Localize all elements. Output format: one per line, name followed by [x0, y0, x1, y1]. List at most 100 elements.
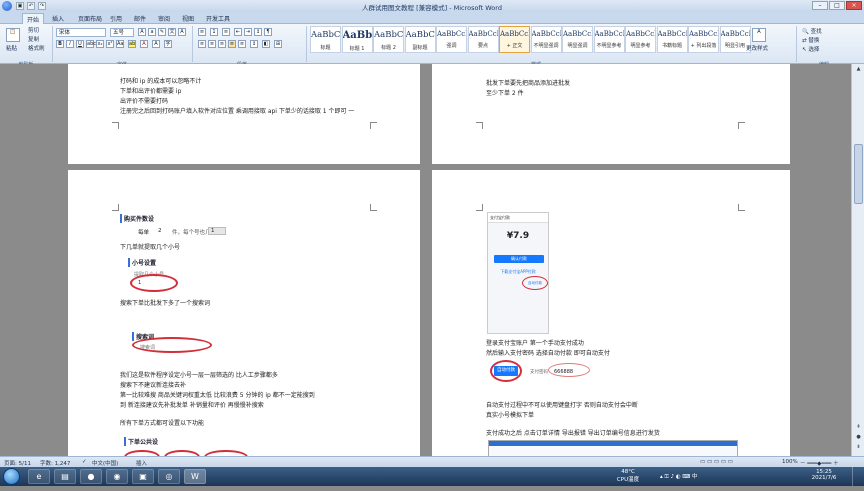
change-styles-icon[interactable]: A	[752, 28, 766, 42]
superscript-icon[interactable]: x²	[106, 40, 114, 48]
underline-icon[interactable]: U	[76, 40, 84, 48]
wechat-icon[interactable]: ◎	[158, 469, 180, 484]
font-name-select[interactable]: 宋体	[56, 28, 106, 37]
tab-references[interactable]: 引用	[106, 13, 126, 24]
char-shading-icon[interactable]: A	[152, 40, 160, 48]
bold-icon[interactable]: B	[56, 40, 64, 48]
tab-view[interactable]: 视图	[178, 13, 198, 24]
style-item[interactable]: AaBbCcD 要点	[467, 26, 499, 53]
phonetic-icon[interactable]: 文	[168, 28, 176, 36]
decrease-indent-icon[interactable]: ⇤	[234, 28, 242, 36]
word-icon[interactable]: W	[184, 469, 206, 484]
style-item[interactable]: AaBbC 标题	[310, 26, 341, 53]
subscript-icon[interactable]: x₂	[96, 40, 104, 48]
shrink-font-icon[interactable]: a	[148, 28, 156, 36]
style-item[interactable]: AaBb 标题 1	[341, 26, 373, 53]
page-bottom-left[interactable]: 购买件数设 每单 2 件，每个号也几单 1 下几单就提取几个小号 小号设置 提取…	[68, 170, 420, 456]
show-marks-icon[interactable]: ¶	[264, 28, 272, 36]
zoom-slider[interactable]: － ━━━◆━━━ ＋	[800, 459, 839, 467]
style-item[interactable]: AaBbCcI 书籍标题	[656, 26, 688, 53]
style-item[interactable]: AaBbCcD 明显强调	[562, 26, 593, 53]
char-border-icon[interactable]: A	[178, 28, 186, 36]
app-icon[interactable]: ●	[80, 469, 102, 484]
shading-icon[interactable]: ◧	[262, 40, 270, 48]
style-item[interactable]: AaBbC 副标题	[404, 26, 436, 53]
vertical-scrollbar[interactable]: ▲ ⇞ ● ⇟	[851, 64, 864, 456]
find-button[interactable]: 🔍 查找	[802, 27, 822, 35]
next-page-icon[interactable]: ⇟	[854, 444, 863, 452]
copy-button[interactable]: 复制	[28, 35, 39, 43]
zoom-level[interactable]: 100%	[782, 459, 798, 465]
page-text-line: 注册完之后回到打码账户填入软件对应位置 乘调用接取 api 下单少的话接取 1 …	[120, 108, 355, 115]
clear-format-icon[interactable]: ✎	[158, 28, 166, 36]
language-indicator[interactable]: 中文(中国)	[92, 459, 118, 467]
tab-review[interactable]: 审阅	[154, 13, 174, 24]
select-button[interactable]: ↖ 选择	[802, 45, 819, 53]
tray-icons[interactable]: ▴ ⚿ ♪ ◐ ⌨ 中	[660, 472, 780, 491]
change-styles-button[interactable]: 更改样式	[746, 44, 768, 52]
align-center-icon[interactable]: ≡	[208, 40, 216, 48]
page-bottom-right[interactable]: 支付宝付款 ¥7.9 确认付款 下载支付宝APP付款 自动付款 登录支付宝账户 …	[432, 170, 790, 456]
replace-button[interactable]: ⇄ 替换	[802, 36, 819, 44]
font-color-icon[interactable]: A	[140, 40, 148, 48]
increase-indent-icon[interactable]: ⇥	[244, 28, 252, 36]
align-right-icon[interactable]: ≡	[218, 40, 226, 48]
format-painter-button[interactable]: 格式刷	[28, 44, 45, 52]
document-workspace[interactable]: 打码和 ip 的成本可以忽略不计 下单和出评价都需要 ip 出评价不需要打码 注…	[0, 64, 851, 456]
ie-icon[interactable]: e	[28, 469, 50, 484]
cut-button[interactable]: 剪切	[28, 26, 39, 34]
style-item[interactable]: AaBbCcD 不明显参考	[593, 26, 625, 53]
style-item[interactable]: AaBbCcD 不明显强调	[530, 26, 562, 53]
distribute-icon[interactable]: ≡	[238, 40, 246, 48]
insert-mode-indicator[interactable]: 插入	[136, 459, 147, 467]
maximize-button[interactable]: □	[829, 1, 845, 10]
italic-icon[interactable]: I	[66, 40, 74, 48]
paste-icon[interactable]: 📋	[6, 28, 20, 42]
style-item[interactable]: AaBbC 标题 2	[373, 26, 404, 53]
tab-developer[interactable]: 开发工具	[202, 13, 234, 24]
page-count[interactable]: 页面: 5/11	[4, 459, 31, 467]
scroll-thumb[interactable]	[854, 144, 863, 204]
clock[interactable]: 15:25 2021/7/6	[800, 469, 848, 488]
word-count[interactable]: 字数: 1,247	[40, 459, 70, 467]
minimize-button[interactable]: –	[812, 1, 828, 10]
paste-button[interactable]: 粘贴	[6, 44, 17, 52]
style-item[interactable]: AaBbCcDd + 正文	[499, 26, 530, 53]
font-size-select[interactable]: 五号	[110, 28, 134, 37]
align-left-icon[interactable]: ≡	[198, 40, 206, 48]
page-top-right[interactable]: 批发下单要先把商品添加进批发 至少下单 2 件	[432, 64, 790, 164]
style-item[interactable]: AaBbCcI 明显参考	[625, 26, 656, 53]
tab-mailings[interactable]: 邮件	[130, 13, 150, 24]
sort-icon[interactable]: ↕	[254, 28, 262, 36]
start-button[interactable]	[3, 468, 20, 485]
view-buttons[interactable]: ▭ ▭ ▭ ▭ ▭	[700, 459, 733, 465]
scroll-up-icon[interactable]: ▲	[854, 66, 863, 74]
record-icon[interactable]: ◉	[106, 469, 128, 484]
style-item[interactable]: AaBbCcD 强调	[436, 26, 467, 53]
style-item[interactable]: AaBbCcDd + 列出段落	[688, 26, 719, 53]
show-desktop-button[interactable]	[852, 467, 864, 486]
justify-icon[interactable]: ≡	[228, 40, 236, 48]
proofing-icon[interactable]: ✓	[82, 459, 87, 465]
app-icon[interactable]: ▣	[132, 469, 154, 484]
folder-icon[interactable]: ▤	[54, 469, 76, 484]
prev-page-icon[interactable]: ⇞	[854, 424, 863, 432]
tab-page-layout[interactable]: 页面布局	[74, 13, 106, 24]
multilevel-list-icon[interactable]: ≡	[222, 28, 230, 36]
page-top-left[interactable]: 打码和 ip 的成本可以忽略不计 下单和出评价都需要 ip 出评价不需要打码 注…	[68, 64, 420, 164]
borders-icon[interactable]: ⊞	[274, 40, 282, 48]
line-spacing-icon[interactable]: ↕	[250, 40, 258, 48]
highlight-icon[interactable]: ab	[128, 40, 136, 48]
page-text-line: 至少下单 2 件	[486, 90, 524, 97]
close-button[interactable]: ×	[846, 1, 862, 10]
browse-object-icon[interactable]: ●	[854, 434, 863, 442]
change-case-icon[interactable]: Aa	[116, 40, 124, 48]
cpu-temp-widget[interactable]: 48°C CPU温度	[608, 469, 648, 488]
grow-font-icon[interactable]: A	[138, 28, 146, 36]
tab-home[interactable]: 开始	[22, 13, 45, 24]
numbering-icon[interactable]: 1	[210, 28, 218, 36]
strikethrough-icon[interactable]: abc	[86, 40, 96, 48]
bullets-icon[interactable]: ≡	[198, 28, 206, 36]
tab-insert[interactable]: 插入	[48, 13, 68, 24]
enclose-char-icon[interactable]: 字	[164, 40, 172, 48]
